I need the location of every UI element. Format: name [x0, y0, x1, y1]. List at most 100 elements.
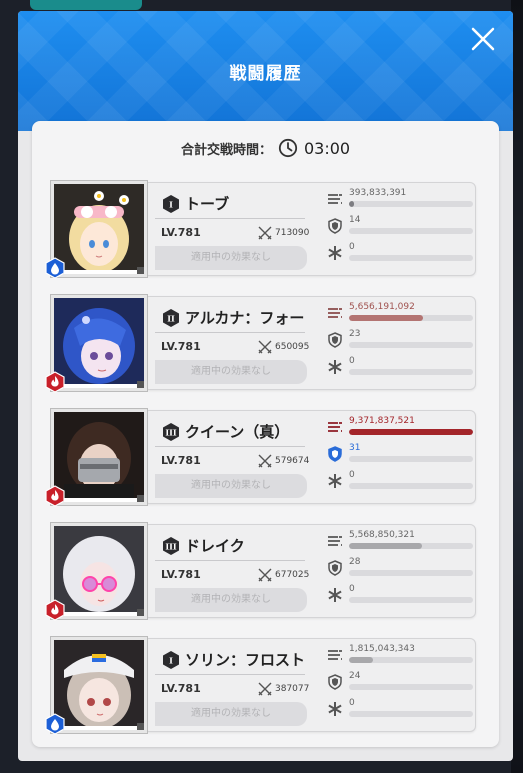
- heal-value: 0: [349, 698, 355, 708]
- shield-stat: 14: [327, 215, 477, 236]
- rank-badge: II: [161, 308, 181, 328]
- damage-stat: 393,833,391: [327, 188, 477, 209]
- heal-stat: 0: [327, 698, 477, 719]
- unit-row[interactable]: I トーブ LV.781 713090 適用中の効果なし 393,833,391: [45, 181, 477, 279]
- unit-name: クイーン（真）: [185, 423, 290, 441]
- damage-bar-fill: [349, 657, 373, 663]
- shield-stat: 31: [327, 443, 477, 464]
- damage-bar-fill: [349, 543, 423, 549]
- effect-status: 適用中の効果なし: [155, 360, 307, 384]
- battle-history-dialog: 戦闘履歴 合計交戦時間： 03:00 I トーブ LV.781 713090 適…: [18, 11, 513, 761]
- fire-element-icon: [45, 485, 65, 507]
- divider: [155, 674, 305, 675]
- water-element-icon: [45, 713, 65, 735]
- unit-row[interactable]: III クイーン（真） LV.781 579674 適用中の効果なし 9,371…: [45, 409, 477, 507]
- element-badge: [45, 485, 65, 507]
- unit-row[interactable]: III ドレイク LV.781 677025 適用中の効果なし 5,568,85…: [45, 523, 477, 621]
- rank-hex-icon: I: [163, 651, 179, 669]
- heal-value: 0: [349, 242, 355, 252]
- water-element-icon: [45, 257, 65, 279]
- damage-icon: [327, 419, 343, 435]
- shield-icon: [327, 218, 343, 234]
- damage-bar: [349, 315, 473, 321]
- battle-results-panel: 合計交戦時間： 03:00 I トーブ LV.781 713090 適用中の効果…: [32, 121, 499, 747]
- portrait-corner: [137, 495, 144, 502]
- heal-bar: [349, 483, 473, 489]
- rank-hex-icon: III: [163, 423, 179, 441]
- element-badge: [45, 371, 65, 393]
- fire-element-icon: [45, 599, 65, 621]
- shield-value: 31: [349, 443, 361, 453]
- portrait-corner: [137, 381, 144, 388]
- heal-value: 0: [349, 356, 355, 366]
- shield-value: 24: [349, 671, 361, 681]
- unit-portrait: [51, 181, 147, 277]
- unit-level: LV.781: [161, 682, 201, 695]
- portrait-hp-bar: [64, 270, 144, 274]
- damage-bar: [349, 543, 473, 549]
- shield-bar: [349, 342, 473, 348]
- rank-label: III: [165, 428, 176, 438]
- heal-icon: [327, 701, 343, 717]
- rank-badge: III: [161, 422, 181, 442]
- shield-bar: [349, 456, 473, 462]
- crossed-swords-icon: [257, 681, 273, 697]
- unit-name: ソリン：フロスト: [185, 651, 306, 669]
- damage-bar: [349, 201, 473, 207]
- shield-stat: 23: [327, 329, 477, 350]
- unit-row[interactable]: I ソリン：フロスト LV.781 387077 適用中の効果なし 1,815,…: [45, 637, 477, 735]
- element-badge: [45, 599, 65, 621]
- crossed-swords-icon: [257, 339, 273, 355]
- shield-bar: [349, 570, 473, 576]
- total-time-value: 03:00: [303, 138, 351, 158]
- heal-icon: [327, 359, 343, 375]
- dialog-title: 戦闘履歴: [229, 64, 302, 84]
- shield-icon: [327, 332, 343, 348]
- rank-hex-icon: I: [163, 195, 179, 213]
- combat-power: 650095: [275, 342, 310, 352]
- heal-stat: 0: [327, 242, 477, 263]
- shield-icon: [327, 560, 343, 576]
- damage-icon: [327, 533, 343, 549]
- unit-row[interactable]: II アルカナ：フォー LV.781 650095 適用中の効果なし 5,656…: [45, 295, 477, 393]
- portrait-hp-bar: [64, 498, 144, 502]
- close-button[interactable]: [469, 25, 497, 53]
- heal-value: 0: [349, 470, 355, 480]
- portrait-corner: [137, 267, 144, 274]
- shield-value: 28: [349, 557, 361, 567]
- fire-element-icon: [45, 371, 65, 393]
- heal-bar: [349, 711, 473, 717]
- rank-label: I: [169, 200, 173, 210]
- unit-name: トーブ: [185, 195, 230, 213]
- portrait-image: [54, 640, 144, 730]
- shield-bar: [349, 684, 473, 690]
- total-battle-time: 合計交戦時間： 03:00: [32, 137, 499, 159]
- heal-stat: 0: [327, 470, 477, 491]
- effect-status: 適用中の効果なし: [155, 474, 307, 498]
- dialog-header: 戦闘履歴: [18, 11, 513, 131]
- unit-portrait: [51, 295, 147, 391]
- divider: [155, 446, 305, 447]
- heal-icon: [327, 473, 343, 489]
- unit-level: LV.781: [161, 454, 201, 467]
- heal-stat: 0: [327, 584, 477, 605]
- crossed-swords-icon: [257, 225, 273, 241]
- unit-portrait: [51, 523, 147, 619]
- background-tab: [30, 0, 142, 10]
- damage-value: 9,371,837,521: [349, 416, 415, 426]
- combat-power: 579674: [275, 456, 310, 466]
- portrait-hp-bar: [64, 726, 144, 730]
- damage-stat: 9,371,837,521: [327, 416, 477, 437]
- damage-stat: 5,568,850,321: [327, 530, 477, 551]
- effect-status: 適用中の効果なし: [155, 246, 307, 270]
- unit-level: LV.781: [161, 226, 201, 239]
- rank-label: III: [165, 542, 176, 552]
- damage-bar-fill: [349, 315, 424, 321]
- damage-stat: 5,656,191,092: [327, 302, 477, 323]
- close-icon: [471, 27, 495, 51]
- combat-power: 713090: [275, 228, 310, 238]
- heal-icon: [327, 587, 343, 603]
- rank-badge: I: [161, 650, 181, 670]
- damage-bar-fill: [349, 201, 354, 207]
- shield-value: 14: [349, 215, 361, 225]
